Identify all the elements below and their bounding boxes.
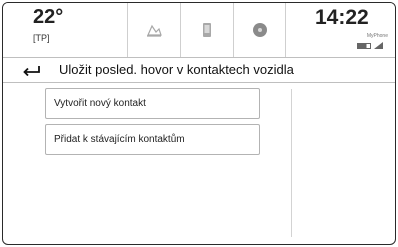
- add-to-existing-contacts-button[interactable]: Přidat k stávajícím kontaktům: [45, 124, 260, 155]
- status-bar: 22° [TP] 14:22 MyPhone: [3, 3, 395, 58]
- pane-divider: [291, 89, 292, 237]
- temperature-readout: 22°: [33, 6, 64, 28]
- back-button[interactable]: [17, 62, 45, 78]
- option-label: Přidat k stávajícím kontaktům: [54, 134, 185, 145]
- navigation-icon: [147, 24, 162, 37]
- signal-icon: [374, 42, 383, 49]
- phone-operator: MyPhone: [366, 33, 388, 39]
- option-label: Vytvořit nový kontakt: [54, 98, 146, 109]
- connectivity-status: [357, 42, 383, 49]
- page-title: Uložit posled. hovor v kontaktech vozidl…: [59, 62, 294, 77]
- tab-media[interactable]: [233, 3, 286, 57]
- phone-icon: [203, 23, 211, 37]
- media-icon: [252, 23, 267, 37]
- battery-icon: [357, 43, 371, 49]
- infotainment-screen: 22° [TP] 14:22 MyPhone Uložit posled. ho…: [2, 2, 396, 245]
- traffic-program-indicator: [TP]: [33, 33, 50, 43]
- clock: 14:22: [315, 6, 369, 29]
- create-new-contact-button[interactable]: Vytvořit nový kontakt: [45, 88, 260, 119]
- tab-navigation[interactable]: [127, 3, 180, 57]
- back-arrow-icon: [23, 66, 40, 76]
- title-bar: Uložit posled. hovor v kontaktech vozidl…: [3, 58, 395, 83]
- tab-phone[interactable]: [180, 3, 233, 57]
